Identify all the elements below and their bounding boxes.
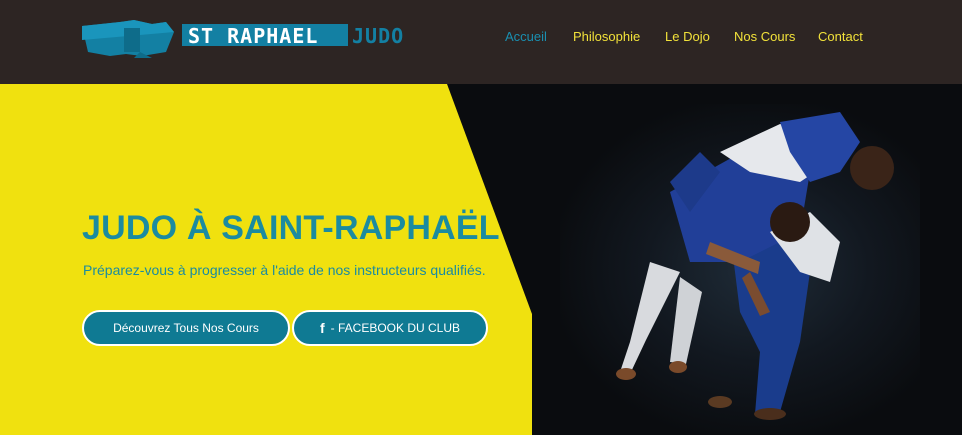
hero-subtitle: Préparez-vous à progresser à l'aide de n…	[83, 262, 486, 278]
hero-yellow-panel	[0, 84, 532, 435]
page: ST RAPHAEL JUDO Accueil Philosophie Le D…	[0, 0, 962, 435]
facebook-club-label: - FACEBOOK DU CLUB	[330, 321, 461, 335]
discover-courses-label: Découvrez Tous Nos Cours	[113, 321, 259, 335]
nav-item-philosophie[interactable]: Philosophie	[573, 29, 640, 44]
site-logo[interactable]: ST RAPHAEL JUDO	[82, 18, 412, 58]
site-header: ST RAPHAEL JUDO Accueil Philosophie Le D…	[0, 0, 962, 84]
hero-section: JUDO À SAINT-RAPHAËL Préparez-vous à pro…	[0, 84, 962, 435]
belt-icon	[82, 20, 174, 58]
nav-item-nos-cours[interactable]: Nos Cours	[734, 29, 795, 44]
nav-item-accueil[interactable]: Accueil	[505, 29, 547, 44]
nav-item-contact[interactable]: Contact	[818, 29, 863, 44]
discover-courses-button[interactable]: Découvrez Tous Nos Cours	[82, 310, 290, 346]
logo-text-right: JUDO	[352, 24, 404, 48]
facebook-club-button[interactable]: f - FACEBOOK DU CLUB	[292, 310, 488, 346]
facebook-icon: f	[319, 320, 325, 336]
hero-title: JUDO À SAINT-RAPHAËL	[82, 209, 500, 247]
logo-text-left: ST RAPHAEL	[188, 24, 318, 48]
nav-item-le-dojo[interactable]: Le Dojo	[665, 29, 710, 44]
